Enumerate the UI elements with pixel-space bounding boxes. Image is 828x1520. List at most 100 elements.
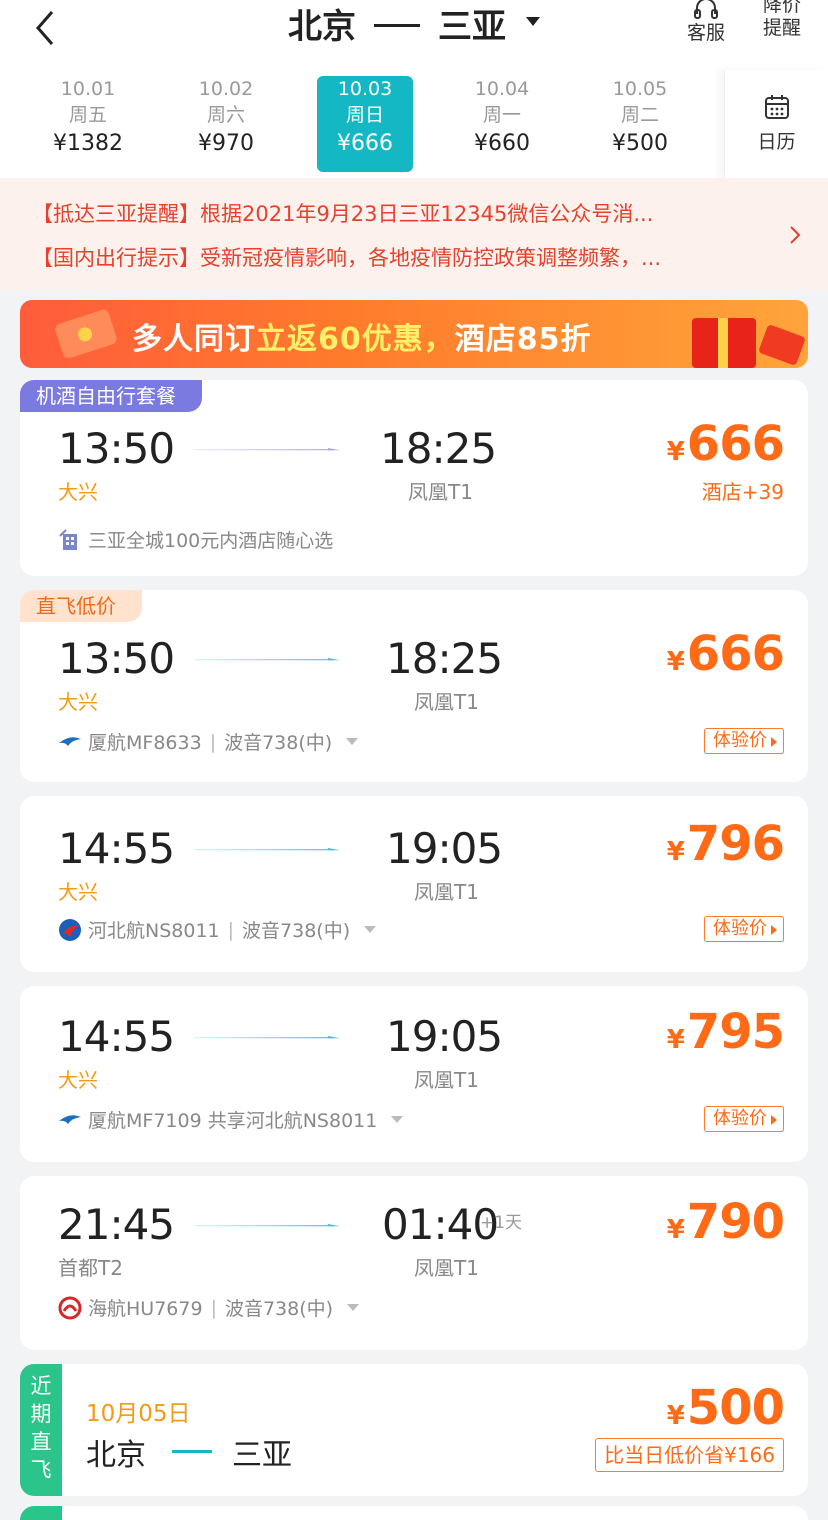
price-value: 790 — [686, 1194, 785, 1250]
airline-flight-number: 河北航NS8011 — [88, 920, 220, 942]
separator: | — [210, 1296, 217, 1319]
price-value: 666 — [686, 416, 785, 472]
flight-line-icon — [194, 1036, 340, 1039]
nearby-origin: 北京 — [86, 1438, 146, 1473]
experience-price-badge[interactable]: 体验价 — [704, 916, 784, 942]
experience-price-badge[interactable]: 体验价 — [704, 728, 784, 754]
flight-price: ¥790 — [667, 1194, 785, 1250]
weekday-label: 周五 — [68, 104, 107, 126]
aircraft-type: 波音738(中) — [224, 732, 333, 754]
xiamen-airlines-logo-icon — [59, 736, 81, 746]
date-label: 10.02 — [198, 78, 254, 100]
nearby-direct-flight-card[interactable]: 近 期 直 飞 10月05日 北京 三亚 ¥500 比当日低价省¥166 — [20, 1364, 808, 1496]
hebei-airlines-logo-icon — [59, 918, 81, 941]
calendar-button[interactable]: 日历 — [724, 70, 828, 178]
date-price: ¥660 — [474, 131, 530, 156]
departure-airport: 首都T2 — [58, 1256, 123, 1280]
flight-line-icon — [194, 848, 340, 851]
hainan-airlines-logo-icon — [58, 1296, 82, 1319]
departure-airport: 大兴 — [58, 480, 98, 504]
notice-line: 【国内出行提示】受新冠疫情影响，各地疫情防控政策调整频繁，... — [32, 246, 662, 270]
promo-text: 多人同订立返60优惠，酒店85折 — [132, 314, 592, 358]
date-tab[interactable]: 10.01 周五 ¥1382 — [40, 76, 136, 172]
date-price: ¥666 — [337, 131, 393, 156]
arrival-airport: 凤凰T1 — [408, 480, 473, 504]
customer-service-label: 客服 — [686, 22, 725, 44]
expand-caret-icon[interactable] — [347, 1304, 360, 1311]
date-label: 10.01 — [60, 78, 116, 100]
customer-service-button[interactable]: 客服 — [676, 0, 736, 45]
departure-time: 13:50 — [58, 634, 175, 683]
flight-card[interactable]: 直飞低价 13:50 大兴 18:25 凤凰T1 ¥666 厦航MF8633 |… — [20, 590, 808, 782]
date-price: ¥1382 — [53, 131, 123, 156]
separator: | — [227, 918, 235, 941]
date-tab[interactable]: 10.04 周一 ¥660 — [454, 76, 550, 172]
date-label: 10.05 — [612, 78, 668, 100]
expand-caret-icon[interactable] — [391, 1116, 404, 1123]
expand-caret-icon[interactable] — [346, 738, 359, 745]
flight-info: 厦航MF8633 | 波音738(中) — [58, 728, 359, 755]
gift-box-icon — [758, 324, 806, 366]
arrival-time: 19:05 — [386, 824, 503, 873]
side-label-char: 飞 — [30, 1458, 52, 1482]
price-alert-button[interactable]: 降价 提醒 — [752, 0, 812, 40]
experience-price-badge[interactable]: 体验价 — [704, 1106, 784, 1132]
departure-airport: 大兴 — [58, 690, 98, 714]
aircraft-type: 波音738(中) — [242, 920, 351, 942]
arrival-airport: 凤凰T1 — [414, 1068, 479, 1092]
departure-time: 13:50 — [58, 424, 175, 473]
arrival-time: 18:25 — [380, 424, 497, 473]
airline-flight-number: 海航HU7679 — [88, 1298, 203, 1320]
calendar-label: 日历 — [757, 131, 796, 153]
direct-low-price-tag: 直飞低价 — [20, 590, 142, 622]
route-destination: 三亚 — [438, 6, 506, 47]
arrival-airport: 凤凰T1 — [414, 1256, 479, 1280]
flight-price: ¥666 — [667, 626, 785, 682]
side-label-char: 期 — [30, 1402, 52, 1426]
date-label: 10.03 — [337, 78, 393, 100]
expand-caret-icon[interactable] — [364, 926, 377, 933]
nearby-direct-label: 近 期 直 飞 — [20, 1364, 62, 1496]
savings-badge: 比当日低价省¥166 — [595, 1438, 784, 1472]
price-value: 796 — [686, 816, 785, 872]
flight-card[interactable]: 14:55 大兴 19:05 凤凰T1 ¥796 河北航NS8011 | 波音7… — [20, 796, 808, 972]
route-origin: 北京 — [288, 6, 356, 47]
date-tab[interactable]: 10.05 周二 ¥500 — [592, 76, 688, 172]
calendar-icon — [764, 95, 789, 119]
flight-info: 厦航MF7109 共享河北航NS8011 — [58, 1106, 404, 1133]
promo-text-part: 酒店85折 — [454, 322, 592, 357]
flight-info: 海航HU7679 | 波音738(中) — [58, 1294, 360, 1321]
departure-time: 14:55 — [58, 824, 175, 873]
next-card-peek — [20, 1506, 808, 1520]
flight-card[interactable]: 机酒自由行套餐 13:50 大兴 18:25 凤凰T1 ¥666 酒店+39 三… — [20, 380, 808, 576]
promo-highlight: 立返60优惠， — [256, 322, 455, 357]
nearby-destination: 三亚 — [232, 1438, 292, 1473]
promo-banner[interactable]: 多人同订立返60优惠，酒店85折 — [20, 300, 808, 368]
airline-flight-number: 厦航MF7109 共享河北航NS8011 — [88, 1110, 378, 1132]
date-label: 10.04 — [474, 78, 530, 100]
side-label-char: 近 — [30, 1374, 52, 1398]
package-info-text: 三亚全城100元内酒店随心选 — [88, 530, 334, 552]
top-nav-bar: 北京 三亚 客服 降价 提醒 — [0, 0, 828, 70]
weekday-label: 周六 — [206, 104, 245, 126]
promo-text-part: 多人同订 — [132, 322, 256, 357]
flight-info: 河北航NS8011 | 波音738(中) — [58, 916, 377, 943]
travel-notice-bar[interactable]: 【抵达三亚提醒】根据2021年9月23日三亚12345微信公众号消... 【国内… — [0, 178, 828, 290]
route-arrow-icon — [374, 23, 420, 27]
price-value: 795 — [686, 1004, 785, 1060]
departure-time: 21:45 — [58, 1200, 175, 1249]
flight-card[interactable]: 14:55 大兴 19:05 凤凰T1 ¥795 厦航MF7109 共享河北航N… — [20, 986, 808, 1162]
currency-symbol: ¥ — [666, 1401, 685, 1431]
arrival-airport: 凤凰T1 — [414, 690, 479, 714]
price-alert-label-2: 提醒 — [762, 17, 801, 39]
side-label-char: 直 — [30, 1430, 52, 1454]
arrival-time: 18:25 — [386, 634, 503, 683]
date-tab[interactable]: 10.02 周六 ¥970 — [178, 76, 274, 172]
flight-card[interactable]: 21:45 首都T2 01:40 +1天 凤凰T1 ¥790 海航HU7679 … — [20, 1176, 808, 1350]
departure-airport: 大兴 — [58, 880, 98, 904]
weekday-label: 周二 — [620, 104, 659, 126]
aircraft-type: 波音738(中) — [224, 1298, 334, 1320]
currency-symbol: ¥ — [666, 837, 685, 867]
route-arrow-icon — [172, 1450, 212, 1453]
date-tab-selected[interactable]: 10.03 周日 ¥666 — [317, 76, 413, 172]
